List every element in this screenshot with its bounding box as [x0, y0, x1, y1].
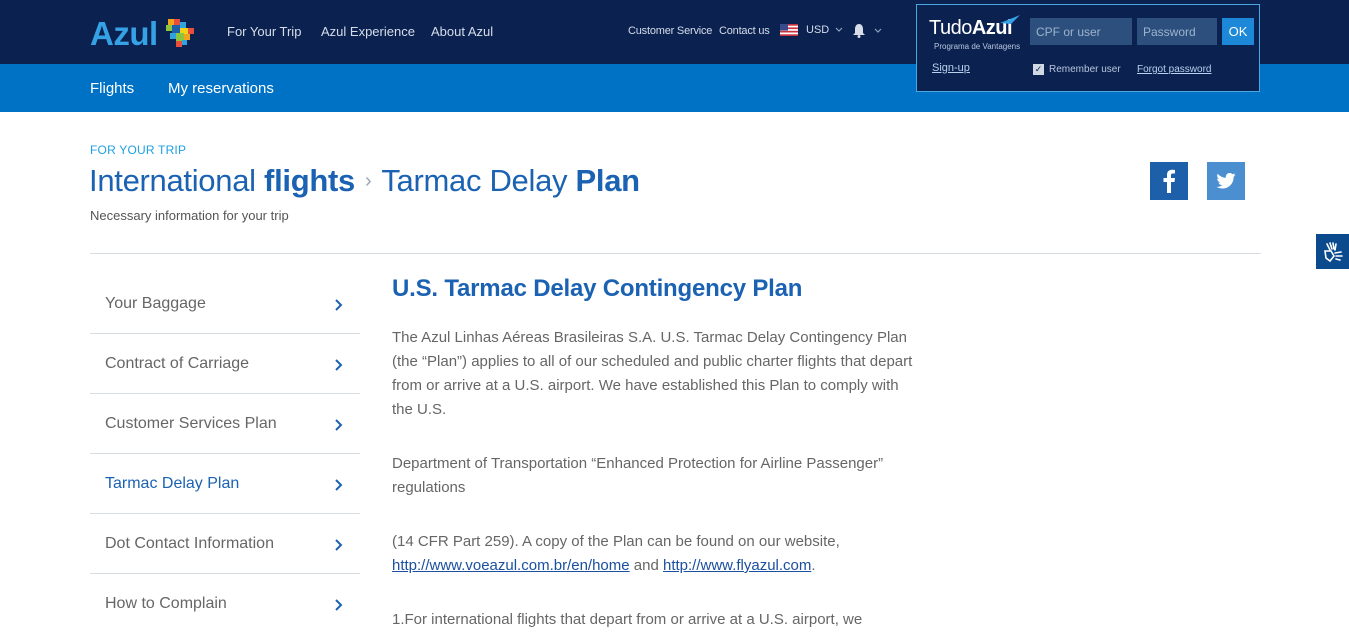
nav-azul-experience[interactable]: Azul Experience: [321, 24, 415, 39]
twitter-icon: [1216, 173, 1236, 189]
customer-service-link[interactable]: Customer Service: [628, 25, 712, 37]
azul-logo[interactable]: Azul: [90, 14, 198, 54]
remember-user-label: Remember user: [1049, 64, 1121, 75]
content-paragraph: The Azul Linhas Aéreas Brasileiras S.A. …: [392, 329, 913, 418]
tudoazul-brand-light: Tudo: [929, 17, 972, 39]
currency-selector[interactable]: USD: [780, 24, 843, 36]
title-part-2-bold: Plan: [575, 163, 641, 198]
chevron-right-icon: [335, 599, 343, 611]
subnav-my-reservations[interactable]: My reservations: [168, 80, 274, 97]
paragraph-text: (14 CFR Part 259). A copy of the Plan ca…: [392, 533, 840, 550]
main-content: U.S. Tarmac Delay Contingency Plan The A…: [392, 275, 917, 632]
signup-link[interactable]: Sign-up: [932, 62, 970, 74]
chevron-right-icon: [335, 299, 343, 311]
side-menu-item-contract-of-carriage[interactable]: Contract of Carriage: [90, 334, 360, 394]
chevron-right-icon: [335, 419, 343, 431]
title-separator: ›: [364, 170, 372, 192]
nav-about-azul[interactable]: About Azul: [431, 24, 493, 39]
title-part-1-bold: flights: [264, 163, 355, 198]
paragraph-text: and: [629, 557, 663, 574]
side-menu-label: Customer Services Plan: [105, 415, 277, 432]
side-menu-label: Dot Contact Information: [105, 535, 274, 552]
accessibility-button[interactable]: [1316, 234, 1349, 269]
nav-for-your-trip[interactable]: For Your Trip: [227, 24, 301, 39]
facebook-icon: [1163, 169, 1175, 193]
password-input[interactable]: [1137, 18, 1217, 45]
side-menu-item-how-to-complain[interactable]: How to Complain: [90, 574, 360, 632]
twitter-share-button[interactable]: [1207, 162, 1245, 200]
header-divider: [90, 253, 1261, 254]
content-paragraph-links: (14 CFR Part 259). A copy of the Plan ca…: [392, 530, 917, 578]
contact-us-link[interactable]: Contact us: [719, 25, 770, 37]
side-menu-label: Contract of Carriage: [105, 355, 250, 372]
page-title: International flights › Tarmac Delay Plan: [89, 163, 640, 199]
title-part-2-light: Tarmac Delay: [381, 163, 576, 198]
content-heading: U.S. Tarmac Delay Contingency Plan: [392, 275, 803, 302]
logo-text: Azul: [90, 15, 158, 52]
side-menu-item-customer-services-plan[interactable]: Customer Services Plan: [90, 394, 360, 454]
content-paragraph: 1.For international flights that depart …: [392, 611, 863, 628]
chevron-right-icon: [335, 539, 343, 551]
chevron-right-icon: [335, 359, 343, 371]
forgot-password-link[interactable]: Forgot password: [1137, 64, 1211, 75]
title-part-1-light: International: [89, 163, 265, 198]
notifications-menu[interactable]: [852, 23, 882, 38]
us-flag-icon: [780, 24, 798, 36]
tudoazul-logo: TudoAzul Programa de Vantagens: [929, 15, 1020, 51]
brazil-map-icon: [165, 19, 194, 47]
voeazul-link[interactable]: http://www.voeazul.com.br/en/home: [392, 557, 630, 574]
side-menu-item-tarmac-delay-plan[interactable]: Tarmac Delay Plan: [90, 454, 360, 514]
chevron-down-icon: [835, 27, 843, 32]
paragraph-text: .: [811, 557, 816, 574]
side-menu-item-dot-contact-information[interactable]: Dot Contact Information: [90, 514, 360, 574]
login-ok-button[interactable]: OK: [1222, 18, 1254, 45]
facebook-share-button[interactable]: [1150, 162, 1188, 200]
subnav-flights[interactable]: Flights: [90, 80, 134, 97]
tudoazul-login-panel: TudoAzul Programa de Vantagens OK Sign-u…: [916, 4, 1260, 92]
side-menu-label: Tarmac Delay Plan: [105, 475, 240, 492]
breadcrumb-eyebrow: FOR YOUR TRIP: [90, 143, 187, 157]
side-menu-label: Your Baggage: [105, 295, 206, 312]
chevron-right-icon: [335, 479, 343, 491]
side-menu-label: How to Complain: [105, 595, 227, 612]
flyazul-link[interactable]: http://www.flyazul.com: [663, 557, 811, 574]
plane-swoosh-icon: [1000, 15, 1020, 24]
bell-icon: [853, 24, 865, 38]
cpf-or-user-input[interactable]: [1030, 18, 1132, 45]
remember-user-checkbox[interactable]: ✓ Remember user: [1033, 64, 1121, 75]
side-menu: Your Baggage Contract of Carriage Custom…: [90, 274, 360, 632]
sign-language-icon: [1323, 241, 1343, 262]
tudoazul-subtitle: Programa de Vantagens: [934, 42, 1021, 51]
currency-label: USD: [806, 24, 830, 36]
content-paragraph: Department of Transportation “Enhanced P…: [392, 455, 884, 496]
checkbox-checked-icon: ✓: [1033, 64, 1044, 75]
side-menu-item-your-baggage[interactable]: Your Baggage: [90, 274, 360, 334]
page-subtitle: Necessary information for your trip: [90, 208, 289, 223]
chevron-down-icon: [874, 28, 882, 33]
